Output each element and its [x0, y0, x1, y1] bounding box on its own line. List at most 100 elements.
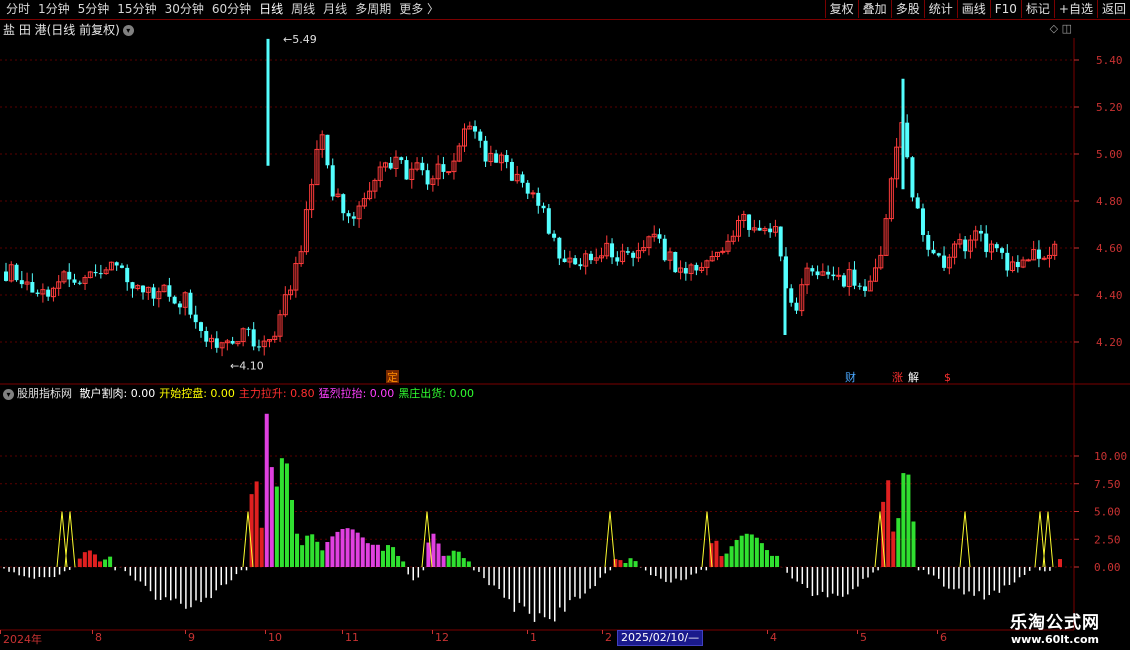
indicator-bar-positive: [436, 543, 441, 567]
candle-body-down: [936, 253, 941, 256]
indicator-bar-positive: [719, 556, 724, 567]
indicator-bar-positive: [269, 467, 274, 567]
indicator-bar-positive: [274, 486, 279, 567]
indicator-bar-positive: [320, 550, 325, 567]
kline-chart[interactable]: 5.40 5.20 5.00 4.80 4.60 4.40 4.20 ←5.49 ←4.10 定 财…: [0, 0, 1130, 650]
indicator-bar-positive: [279, 458, 284, 567]
indicator-legend: ▾ 股朋指标网 散户割肉: 0.00 开始控盘: 0.00 主力拉升: 0.80 猛烈拉…: [3, 387, 482, 401]
indicator-bar-positive: [98, 561, 102, 567]
candle-body-down: [230, 340, 235, 344]
candle-body-down: [615, 257, 620, 262]
candle-body-down: [768, 228, 773, 233]
indicator-bar-positive: [744, 533, 749, 567]
candle-body-down: [509, 161, 514, 181]
candle-body-down: [778, 226, 783, 257]
date-tick: [937, 630, 938, 634]
candle-body-down: [815, 271, 820, 276]
indicator-tick-label: 5.00: [1094, 506, 1121, 519]
indicator-tick-label: 7.50: [1094, 478, 1121, 491]
candle-body-down: [193, 314, 198, 323]
candle-body-down: [631, 252, 636, 258]
indicator-bar-positive: [431, 533, 436, 567]
candle-body-down: [831, 274, 836, 277]
indicator-bar-positive: [396, 555, 401, 567]
candle-body-down: [325, 134, 330, 166]
candle-body-down: [130, 282, 135, 289]
indicator-bar-positive: [441, 555, 446, 567]
price-tick-label: 5.00: [1096, 148, 1123, 161]
indicator-tick-label: 10.00: [1094, 450, 1127, 463]
high-marker: ←5.49: [283, 33, 317, 46]
candle-body-down: [388, 162, 393, 169]
indicator-bar-positive: [300, 545, 305, 567]
date-tick: [265, 630, 266, 634]
low-marker: ←4.10: [230, 360, 264, 373]
candle-body-down: [915, 197, 920, 209]
indicator-bar-positive: [775, 555, 780, 567]
candle-body-down: [520, 174, 525, 183]
price-tick-label: 4.40: [1096, 289, 1123, 302]
indicator-bar-positive: [891, 531, 896, 567]
candle-body-down: [151, 287, 156, 299]
candle-body-down: [578, 264, 583, 267]
indicator-bar-positive: [714, 540, 719, 567]
date-label-10: 6: [940, 631, 947, 644]
indicator-dropdown-icon[interactable]: ▾: [3, 388, 14, 400]
candle-body-down: [852, 269, 857, 286]
candle-body-down: [346, 213, 351, 217]
date-label-2: 9: [188, 631, 195, 644]
candle-body-down: [504, 155, 509, 162]
candle-body-down: [931, 249, 936, 254]
candle-body-down: [657, 234, 662, 239]
date-label-1: 8: [95, 631, 102, 644]
candle-body-down: [789, 288, 794, 303]
candle-body-down: [125, 267, 130, 283]
candle-body-down: [246, 328, 251, 330]
price-tick-label: 5.40: [1096, 54, 1123, 67]
candle-body-down: [673, 251, 678, 273]
candle-body-down: [420, 162, 425, 171]
candle-body-down: [188, 292, 193, 315]
candle-body-down: [557, 237, 562, 259]
indicator-bar-positive: [759, 543, 764, 567]
indicator-bar-positive: [906, 474, 911, 567]
indicator-bar-positive: [103, 559, 108, 567]
indicator-bar-positive: [310, 534, 315, 567]
candle-body-down: [994, 244, 999, 249]
event-marker-1: 财: [845, 370, 856, 384]
date-label-6: 1: [530, 631, 537, 644]
event-marker-3: 解: [908, 370, 919, 384]
candle-body-down: [483, 140, 488, 162]
candle-body-down: [98, 273, 103, 275]
candle-body-down: [963, 239, 968, 252]
candle-body-down: [330, 165, 335, 197]
candle-body-down: [905, 122, 910, 158]
indicator-bar-positive: [729, 546, 734, 567]
indicator-bar-positive: [295, 533, 300, 567]
price-tick-label: 4.60: [1096, 242, 1123, 255]
indicator-bar-positive: [370, 544, 375, 567]
indicator-bar-positive: [451, 550, 456, 567]
indicator-bar-positive: [92, 554, 97, 567]
candle-body-down: [19, 280, 24, 285]
date-axis: 2024年 8 9 10 11 12 1 2 4 5 6: [0, 630, 1074, 646]
legend-item-2: 主力拉升: 0.80: [238, 387, 315, 400]
indicator-bar-positive: [461, 558, 466, 567]
candle-body-down: [114, 262, 119, 266]
date-tick: [342, 630, 343, 634]
indicator-bar-positive: [391, 547, 396, 567]
candle-body-down: [541, 205, 546, 209]
date-tick: [432, 630, 433, 634]
candle-body-down: [683, 268, 688, 274]
indicator-bar-positive: [618, 560, 623, 567]
candle-body-down: [662, 238, 667, 261]
indicator-bar-positive: [325, 542, 330, 567]
indicator-bar-positive: [305, 535, 310, 567]
indicator-bar-positive: [355, 532, 360, 567]
indicator-name[interactable]: 股朋指标网: [17, 387, 72, 400]
candle-body-down: [978, 230, 983, 234]
indicator-bar-positive: [375, 544, 380, 567]
candle-body-down: [942, 255, 947, 268]
indicator-bar-positive: [386, 545, 390, 567]
date-tick: [857, 630, 858, 634]
